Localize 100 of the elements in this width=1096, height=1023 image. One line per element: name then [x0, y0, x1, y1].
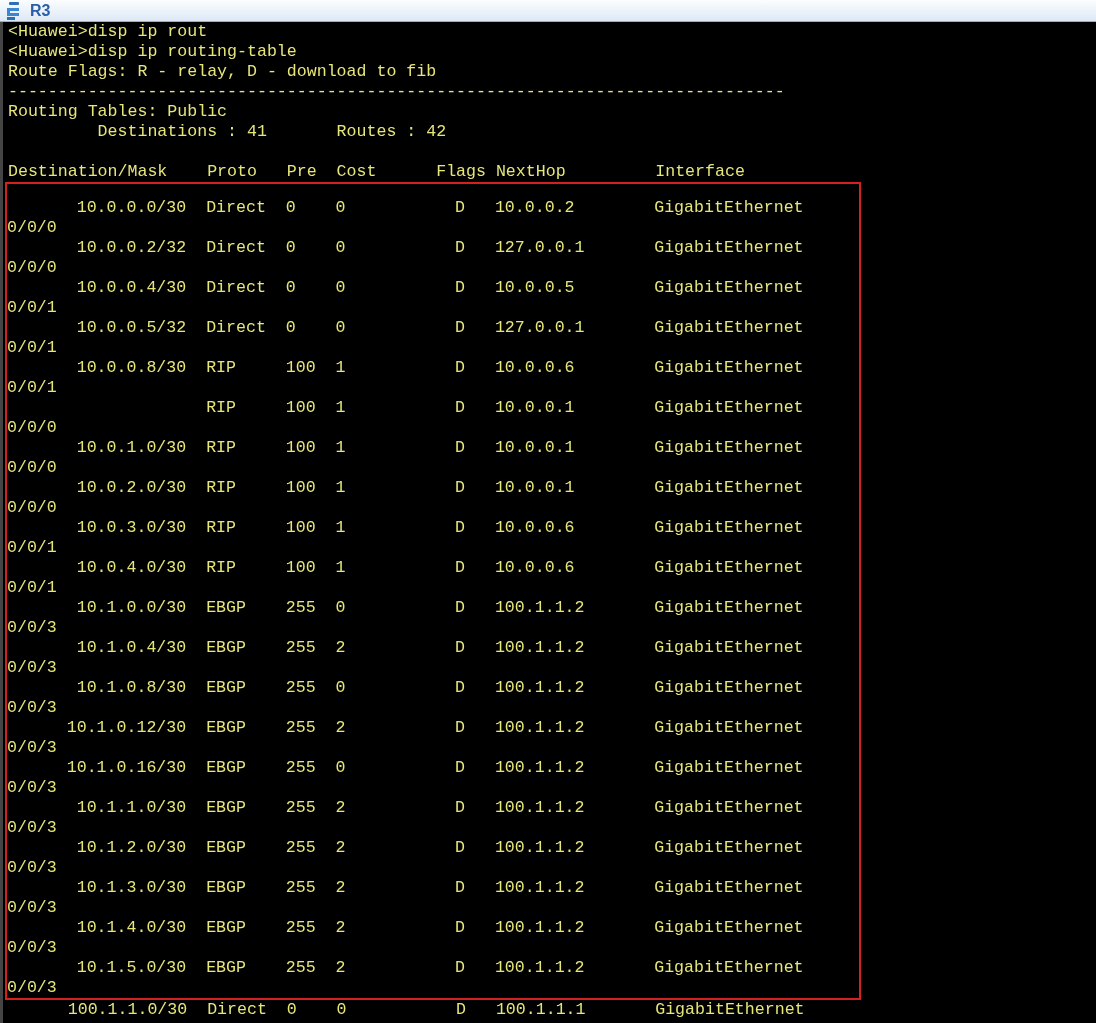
route-cost: 2 [335, 718, 347, 738]
route-interface: 0/0/1 [7, 298, 57, 318]
route-flags: D [455, 678, 467, 698]
route-protocol: RIP [206, 438, 237, 458]
route-flags: D [455, 398, 467, 418]
terminal-line: <Huawei>disp ip rout [8, 22, 208, 42]
route-interface: GigabitEthernet [654, 558, 804, 578]
route-protocol: Direct [206, 278, 267, 298]
route-protocol: Direct [206, 198, 267, 218]
route-preference: 255 [285, 798, 317, 818]
route-flags: D [455, 238, 467, 258]
route-flags: D [455, 598, 467, 618]
route-nexthop: 100.1.1.2 [494, 638, 586, 658]
route-nexthop: 127.0.0.1 [494, 318, 586, 338]
route-flags: D [455, 638, 467, 658]
route-preference: 255 [285, 838, 317, 858]
route-destination: 10.0.0.0/30 [75, 198, 187, 218]
route-destination: 10.1.0.0/30 [75, 598, 187, 618]
route-protocol: EBGP [206, 798, 247, 818]
route-cost: 1 [335, 398, 347, 418]
route-flags: D [455, 918, 467, 938]
route-destination: 10.1.1.0/30 [75, 798, 187, 818]
route-protocol: RIP [206, 558, 237, 578]
column-header: Destination/Mask [8, 162, 169, 182]
column-header: Pre [286, 162, 318, 182]
route-cost: 1 [335, 558, 347, 578]
route-protocol: EBGP [206, 918, 247, 938]
route-nexthop: 10.0.0.1 [494, 438, 576, 458]
route-cost: 0 [335, 318, 347, 338]
route-nexthop: 10.0.0.1 [494, 398, 576, 418]
route-preference: 255 [285, 958, 317, 978]
route-interface: 0/0/0 [7, 218, 57, 238]
route-interface: GigabitEthernet [654, 918, 804, 938]
route-protocol: EBGP [206, 958, 247, 978]
route-nexthop: 10.0.0.1 [494, 478, 576, 498]
route-nexthop: 100.1.1.2 [494, 598, 586, 618]
route-preference: 0 [286, 1000, 298, 1020]
route-cost: 2 [335, 918, 347, 938]
route-nexthop: 10.0.0.6 [494, 358, 576, 378]
route-destination: 100.1.1.0/30 [66, 1000, 188, 1020]
route-protocol: Direct [206, 238, 267, 258]
column-header: Interface [655, 162, 745, 182]
route-interface: GigabitEthernet [654, 398, 804, 418]
route-protocol: Direct [207, 1000, 268, 1020]
route-cost: 2 [335, 878, 347, 898]
route-interface: 0/0/1 [7, 378, 57, 398]
route-cost: 1 [335, 438, 347, 458]
route-interface: GigabitEthernet [654, 358, 804, 378]
route-destination: 10.0.3.0/30 [75, 518, 187, 538]
route-cost: 2 [335, 838, 347, 858]
route-cost: 1 [335, 358, 347, 378]
route-preference: 255 [285, 918, 317, 938]
destinations-count: Destinations : 41 [97, 122, 268, 142]
route-preference: 0 [285, 278, 297, 298]
route-interface: 0/0/3 [7, 738, 57, 758]
route-protocol: EBGP [206, 838, 247, 858]
route-preference: 100 [285, 438, 317, 458]
route-cost: 0 [336, 1000, 348, 1020]
route-interface: 0/0/1 [7, 338, 57, 358]
route-protocol: EBGP [206, 758, 247, 778]
route-interface: GigabitEthernet [654, 958, 804, 978]
route-interface: GigabitEthernet [654, 718, 804, 738]
route-protocol: Direct [206, 318, 267, 338]
route-preference: 0 [285, 198, 297, 218]
route-interface: 0/0/3 [7, 858, 57, 878]
route-interface: 0/0/3 [7, 818, 57, 838]
route-interface: GigabitEthernet [654, 678, 804, 698]
route-interface: GigabitEthernet [655, 1000, 805, 1020]
route-interface: GigabitEthernet [654, 198, 804, 218]
route-destination: 10.0.2.0/30 [75, 478, 187, 498]
route-flags: D [455, 798, 467, 818]
route-interface: GigabitEthernet [654, 438, 804, 458]
column-header: Proto [207, 162, 258, 182]
route-preference: 0 [285, 318, 297, 338]
route-interface: GigabitEthernet [654, 518, 804, 538]
route-nexthop: 10.0.0.6 [494, 518, 576, 538]
route-destination: 10.0.4.0/30 [75, 558, 187, 578]
route-interface: GigabitEthernet [654, 478, 804, 498]
route-cost: 2 [335, 958, 347, 978]
route-destination: 10.0.0.2/32 [75, 238, 187, 258]
route-nexthop: 100.1.1.2 [494, 838, 586, 858]
route-preference: 100 [285, 398, 317, 418]
route-interface: 0/0/3 [7, 978, 57, 998]
route-nexthop: 127.0.0.1 [494, 238, 586, 258]
route-flags: D [455, 438, 467, 458]
route-cost: 2 [335, 798, 347, 818]
route-interface: 0/0/3 [7, 618, 57, 638]
routes-count: Routes : 42 [336, 122, 447, 142]
route-interface: 0/0/3 [7, 778, 57, 798]
route-destination: 10.0.1.0/30 [75, 438, 187, 458]
route-flags: D [455, 878, 467, 898]
route-interface: 0/0/0 [7, 258, 57, 278]
route-preference: 100 [285, 518, 317, 538]
route-cost: 0 [335, 238, 347, 258]
route-preference: 255 [285, 638, 317, 658]
route-preference: 100 [285, 558, 317, 578]
route-destination: 10.1.2.0/30 [75, 838, 187, 858]
route-interface: GigabitEthernet [654, 318, 804, 338]
route-preference: 255 [285, 718, 317, 738]
terminal-line: ------------------------------------------------------------------------------ [8, 82, 785, 102]
